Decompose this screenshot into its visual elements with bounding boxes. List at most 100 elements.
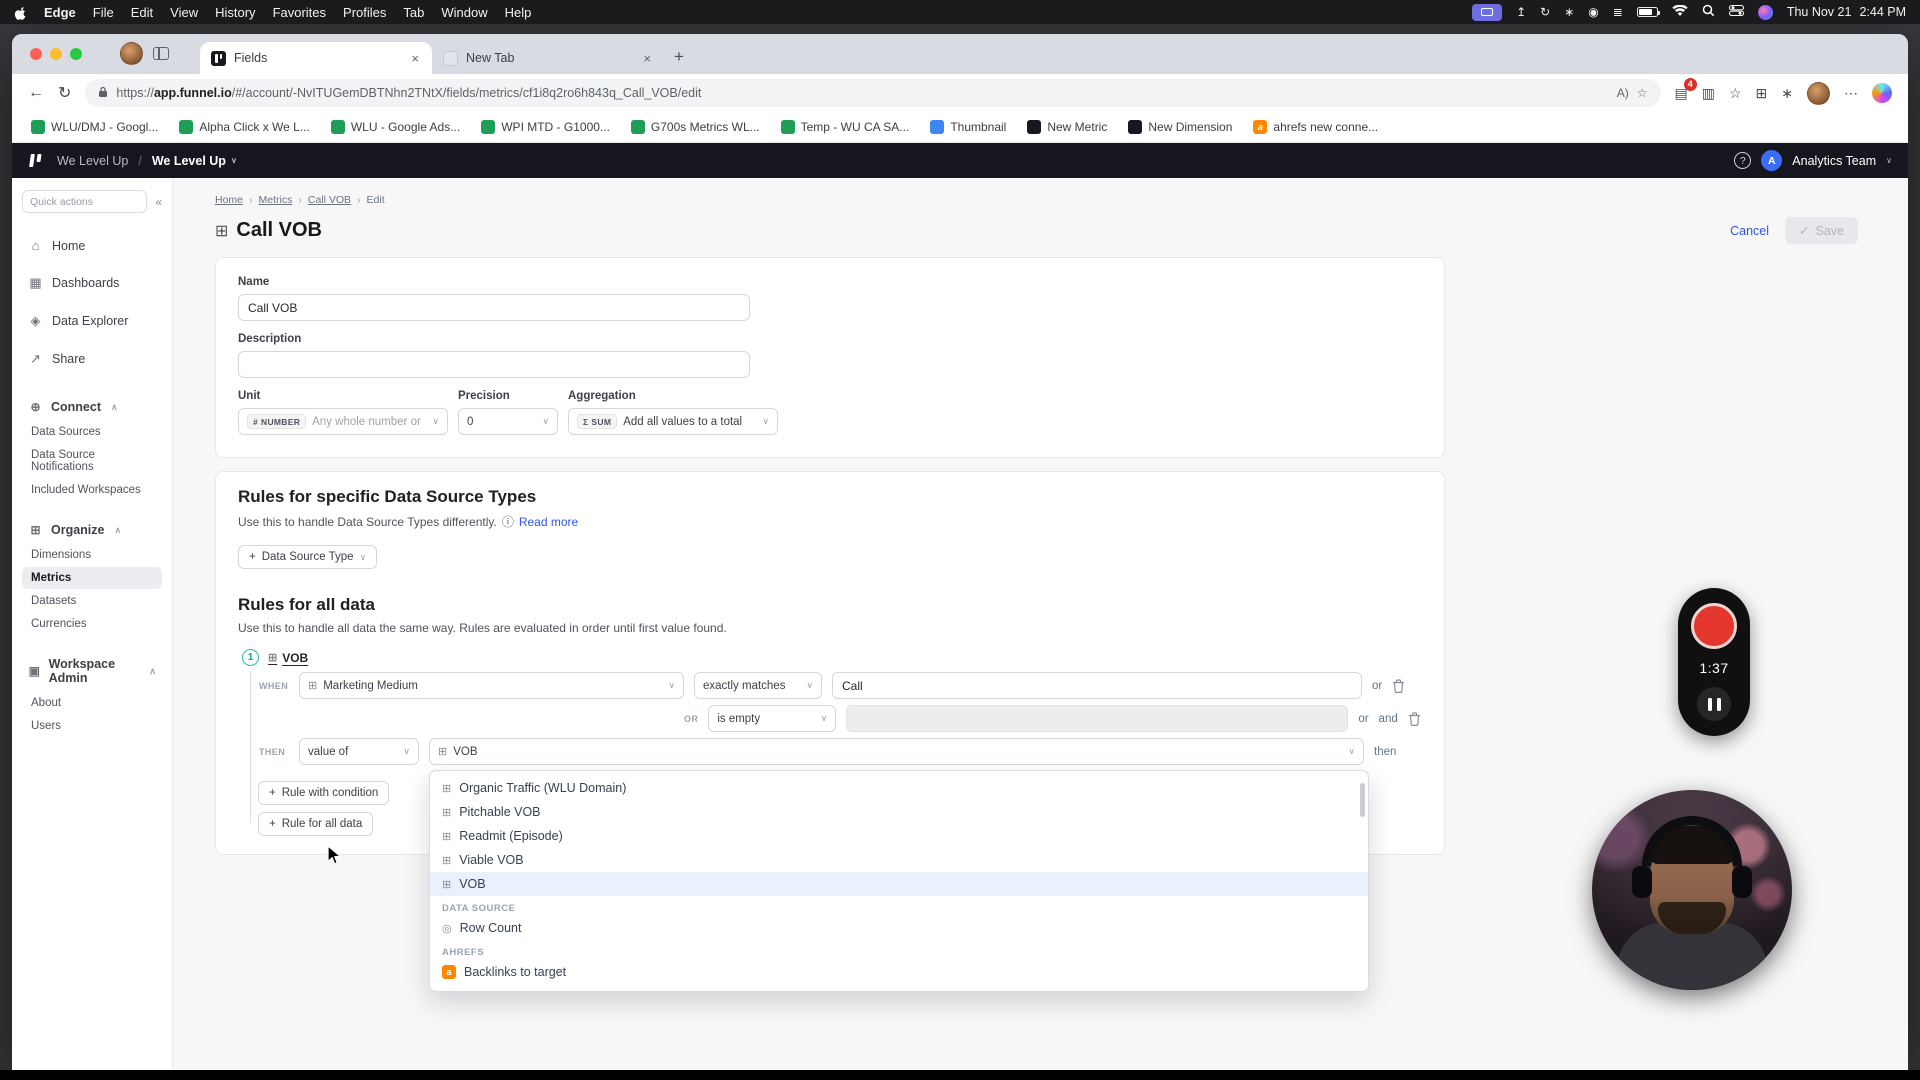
sidebar-item-dashboards[interactable]: ▦ Dashboards bbox=[22, 264, 162, 302]
precision-select[interactable]: 0 ∨ bbox=[458, 408, 558, 435]
add-or-link[interactable]: or bbox=[1372, 680, 1382, 692]
split-screen-icon[interactable]: ▥ bbox=[1702, 85, 1715, 102]
menu-view[interactable]: View bbox=[170, 5, 198, 20]
back-button[interactable]: ← bbox=[28, 84, 44, 102]
bookmark-item[interactable]: WLU - Google Ads... bbox=[330, 120, 460, 134]
collections-icon[interactable]: ⊞ bbox=[1756, 85, 1768, 102]
sidebar-item-home[interactable]: ⌂ Home bbox=[22, 227, 162, 264]
quick-actions-input[interactable]: Quick actions bbox=[22, 190, 148, 213]
menu-favorites[interactable]: Favorites bbox=[273, 5, 326, 20]
menu-file[interactable]: File bbox=[93, 5, 114, 20]
description-input[interactable] bbox=[238, 351, 750, 378]
address-bar[interactable]: https://app.funnel.io/#/account/-NvITUGe… bbox=[85, 79, 1661, 107]
trash-icon[interactable] bbox=[1408, 711, 1421, 726]
menubar-clock[interactable]: Thu Nov 21 2:44 PM bbox=[1787, 5, 1906, 19]
bookmark-item[interactable]: New Dimension bbox=[1128, 120, 1232, 134]
operator2-select[interactable]: is empty ∨ bbox=[708, 705, 837, 732]
menu-profiles[interactable]: Profiles bbox=[343, 5, 386, 20]
new-tab-button[interactable]: + bbox=[674, 47, 684, 67]
close-window-button[interactable] bbox=[30, 48, 42, 60]
add-and-link[interactable]: and bbox=[1379, 713, 1398, 725]
then-mode-select[interactable]: value of ∨ bbox=[299, 738, 419, 765]
sidebar-item-share[interactable]: ↗ Share bbox=[22, 340, 162, 378]
tab-fields[interactable]: Fields × bbox=[200, 42, 432, 74]
sidebar-item-data-sources[interactable]: Data Sources bbox=[22, 421, 162, 443]
funnel-logo-icon[interactable] bbox=[28, 153, 43, 168]
refresh-button[interactable]: ↻ bbox=[58, 83, 71, 103]
cancel-button[interactable]: Cancel bbox=[1730, 224, 1769, 238]
add-rule-for-all-data-button[interactable]: + Rule for all data bbox=[258, 812, 374, 836]
menu-edge[interactable]: Edge bbox=[44, 5, 76, 20]
aggregation-select[interactable]: Σ SUM Add all values to a total ∨ bbox=[568, 408, 778, 435]
webcam-bubble[interactable] bbox=[1592, 790, 1792, 990]
tab-close-icon[interactable]: × bbox=[641, 51, 653, 66]
browser-profile-avatar[interactable] bbox=[120, 42, 143, 65]
sidebar-item-data-explorer[interactable]: ◈ Data Explorer bbox=[22, 302, 162, 340]
breadcrumb-call-vob[interactable]: Call VOB bbox=[308, 194, 351, 206]
when-field-select[interactable]: ⊞ Marketing Medium ∨ bbox=[299, 672, 684, 699]
save-button[interactable]: ✓ Save bbox=[1785, 217, 1858, 244]
dropdown-option[interactable]: a Backlinks to target bbox=[430, 960, 1368, 984]
apple-menu-icon[interactable] bbox=[14, 5, 27, 20]
minimize-window-button[interactable] bbox=[50, 48, 62, 60]
then-value-combobox[interactable]: ⊞ VOB ∨ bbox=[429, 738, 1364, 765]
sidebar-item-currencies[interactable]: Currencies bbox=[22, 613, 162, 635]
favorite-star-icon[interactable]: ☆ bbox=[1637, 86, 1648, 100]
help-button[interactable]: ? bbox=[1734, 152, 1752, 169]
toolbar-profile-avatar[interactable] bbox=[1807, 81, 1830, 105]
dropdown-option[interactable]: ⊞ Organic Traffic (WLU Domain) bbox=[430, 776, 1368, 800]
menu-help[interactable]: Help bbox=[505, 5, 532, 20]
unit-select[interactable]: #NUMBER Any whole number or decimal ∨ bbox=[238, 408, 448, 435]
favorites-icon[interactable]: ☆ bbox=[1729, 85, 1742, 102]
asterisk-status-icon[interactable]: ∗ bbox=[1564, 5, 1574, 19]
name-input[interactable] bbox=[238, 294, 750, 321]
add-or-link[interactable]: or bbox=[1358, 713, 1368, 725]
battery-icon[interactable] bbox=[1636, 7, 1660, 17]
bookmark-item[interactable]: Alpha Click x We L... bbox=[179, 120, 310, 134]
tab-search-panel-icon[interactable] bbox=[153, 47, 169, 60]
wifi-icon[interactable] bbox=[1672, 3, 1688, 20]
sidebar-item-users[interactable]: Users bbox=[22, 715, 162, 737]
bookmark-item[interactable]: WLU/DMJ - Googl... bbox=[31, 120, 158, 134]
sidebar-section-connect[interactable]: ⊕ Connect ∧ bbox=[22, 392, 162, 420]
sidebar-item-data-source-notifications[interactable]: Data Source Notifications bbox=[22, 444, 162, 478]
menu-edit[interactable]: Edit bbox=[131, 5, 153, 20]
copilot-icon[interactable] bbox=[1872, 83, 1892, 103]
extension-keyboard-icon[interactable]: ▤ 4 bbox=[1675, 77, 1697, 102]
sidebar-item-metrics[interactable]: Metrics bbox=[22, 567, 162, 589]
menu-history[interactable]: History bbox=[215, 5, 255, 20]
sidebar-section-workspace-admin[interactable]: ▣ Workspace Admin ∧ bbox=[22, 649, 162, 691]
workspace-name[interactable]: We Level Up bbox=[57, 154, 128, 168]
bookmark-item[interactable]: G700s Metrics WL... bbox=[630, 120, 760, 134]
settings-more-icon[interactable]: ⋯ bbox=[1844, 85, 1858, 102]
pause-recording-button[interactable] bbox=[1697, 687, 1731, 721]
bookmark-item[interactable]: Temp - WU CA SA... bbox=[780, 120, 909, 134]
dropdown-option[interactable]: ⊞ Readmit (Episode) bbox=[430, 824, 1368, 848]
menu-tab[interactable]: Tab bbox=[403, 5, 424, 20]
screen-share-indicator-icon[interactable] bbox=[1472, 3, 1503, 21]
condition-value-input[interactable] bbox=[832, 672, 1362, 699]
list-status-icon[interactable]: ≣ bbox=[1613, 5, 1623, 19]
trash-icon[interactable] bbox=[1392, 678, 1405, 693]
browser-essentials-icon[interactable]: ∗ bbox=[1781, 85, 1793, 102]
bookmark-item[interactable]: WPI MTD - G1000... bbox=[481, 120, 610, 134]
bookmark-item[interactable]: a ahrefs new conne... bbox=[1253, 120, 1378, 134]
dropdown-option[interactable]: ⊞ Viable VOB bbox=[430, 848, 1368, 872]
tab-close-icon[interactable]: × bbox=[409, 51, 421, 66]
record-status-icon[interactable]: ◉ bbox=[1588, 5, 1598, 19]
condition2-value-input[interactable] bbox=[846, 705, 1349, 732]
sidebar-item-datasets[interactable]: Datasets bbox=[22, 590, 162, 612]
control-center-icon[interactable] bbox=[1728, 5, 1744, 19]
spotlight-search-icon[interactable] bbox=[1702, 4, 1715, 20]
team-avatar[interactable]: A bbox=[1761, 150, 1783, 171]
account-switcher[interactable]: We Level Up ∨ bbox=[152, 154, 237, 168]
bookmark-item[interactable]: Thumbnail bbox=[930, 120, 1006, 134]
dropdown-option[interactable]: ◎ Row Count bbox=[430, 916, 1368, 940]
add-rule-with-condition-button[interactable]: + Rule with condition bbox=[258, 781, 390, 805]
sync-icon[interactable]: ↻ bbox=[1540, 5, 1550, 19]
sidebar-item-dimensions[interactable]: Dimensions bbox=[22, 544, 162, 566]
tab-new-tab[interactable]: New Tab × bbox=[432, 42, 664, 74]
dropdown-option[interactable]: ⊞ Pitchable VOB bbox=[430, 800, 1368, 824]
operator-select[interactable]: exactly matches ∨ bbox=[694, 672, 822, 699]
breadcrumb-metrics[interactable]: Metrics bbox=[259, 194, 293, 206]
